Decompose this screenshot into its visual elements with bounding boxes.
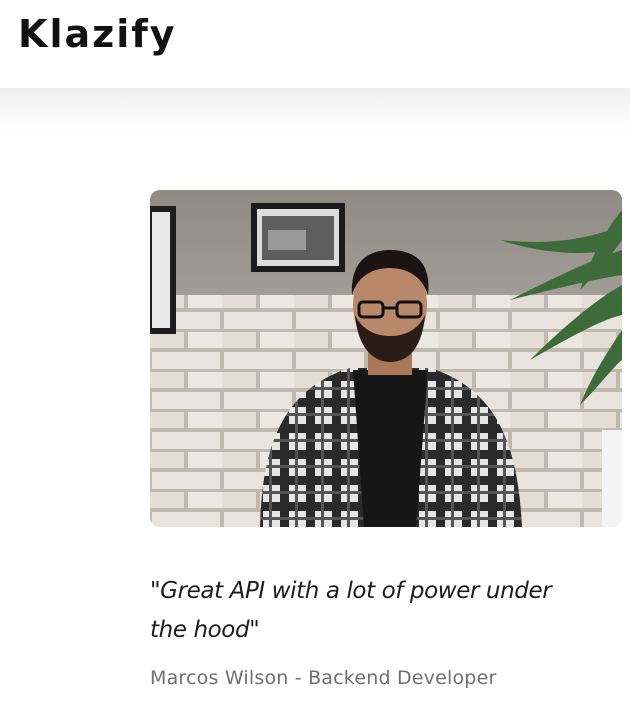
site-header: Klazify — [0, 0, 630, 88]
testimonial-quote: "Great API with a lot of power under the… — [150, 578, 552, 643]
brand-logo[interactable]: Klazify — [18, 12, 177, 56]
testimonial-author: Marcos Wilson - Backend Developer — [150, 667, 497, 689]
testimonial-photo — [150, 190, 622, 527]
header-shadow — [0, 88, 630, 132]
